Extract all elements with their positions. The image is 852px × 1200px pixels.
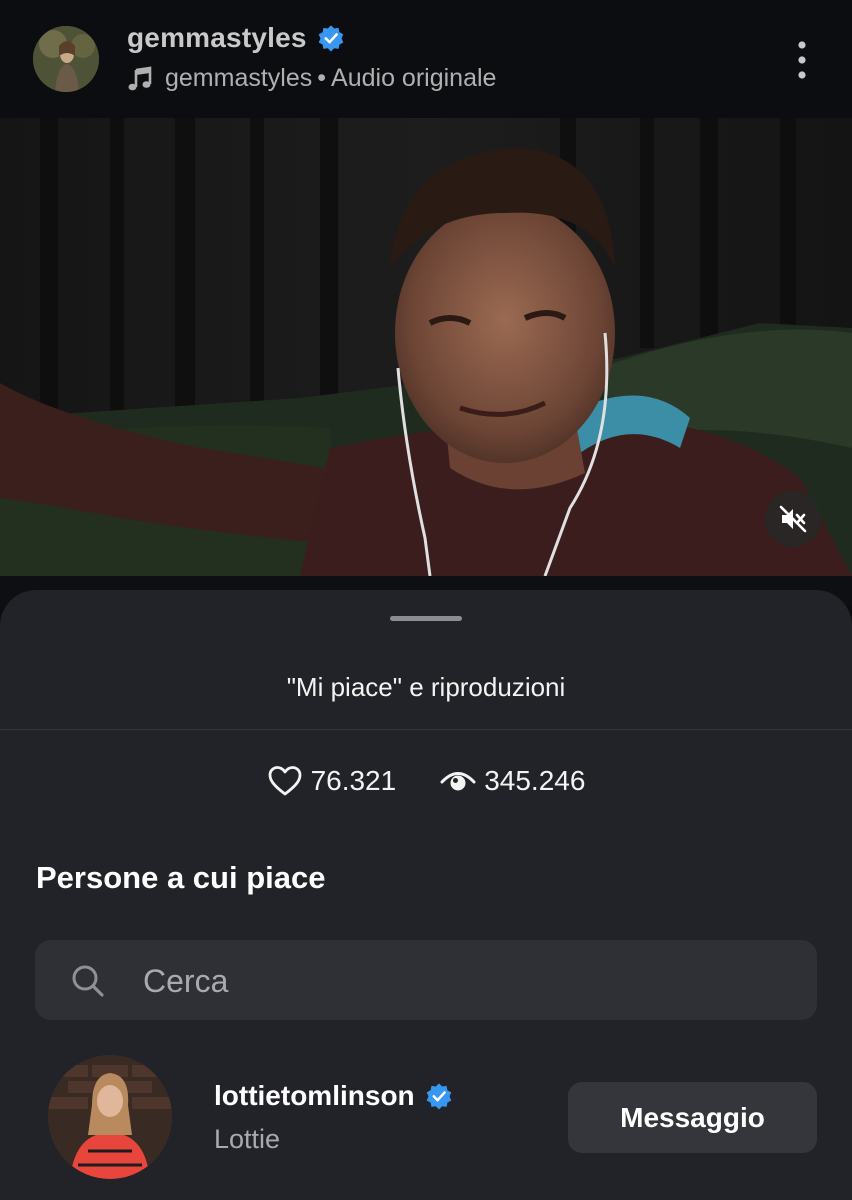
likers-section-title: Persone a cui piace bbox=[36, 860, 326, 895]
author-avatar-image bbox=[33, 26, 99, 92]
search-icon bbox=[72, 965, 104, 997]
speaker-muted-icon bbox=[779, 505, 807, 533]
search-input[interactable] bbox=[141, 940, 785, 1022]
author-avatar[interactable] bbox=[33, 26, 99, 92]
liker-avatar-image bbox=[48, 1055, 172, 1179]
liker-avatar[interactable] bbox=[48, 1055, 172, 1179]
author-username[interactable]: gemmastyles bbox=[127, 22, 307, 54]
post-header: gemmastyles gemmastyles • Audio original… bbox=[0, 0, 852, 118]
likes-bottom-sheet: "Mi piace" e riproduzioni 76.321 345.246… bbox=[0, 590, 852, 1200]
sheet-title: "Mi piace" e riproduzioni bbox=[286, 672, 566, 702]
sheet-drag-handle[interactable] bbox=[390, 616, 462, 621]
liker-full-name: Lottie bbox=[214, 1124, 281, 1154]
audio-info[interactable]: gemmastyles • Audio originale bbox=[127, 64, 496, 93]
liker-list-item[interactable]: lottietomlinson Lottie Messaggio bbox=[0, 1052, 852, 1182]
plays-stat: 345.246 bbox=[440, 763, 585, 799]
plays-count: 345.246 bbox=[484, 765, 586, 796]
eye-icon bbox=[440, 772, 476, 791]
video-player[interactable] bbox=[0, 118, 852, 576]
verified-badge-icon bbox=[318, 25, 343, 52]
liker-username[interactable]: lottietomlinson bbox=[214, 1080, 415, 1112]
sheet-divider bbox=[0, 729, 852, 730]
search-bar[interactable] bbox=[35, 940, 817, 1022]
audio-label: Audio originale bbox=[331, 64, 497, 92]
likes-count: 76.321 bbox=[310, 765, 397, 796]
likes-stat: 76.321 bbox=[267, 763, 397, 799]
author-username-row: gemmastyles bbox=[127, 22, 345, 54]
audio-separator: • bbox=[317, 64, 327, 92]
mute-button[interactable] bbox=[765, 491, 821, 547]
stats-row: 76.321 345.246 bbox=[0, 760, 852, 802]
verified-badge-icon bbox=[426, 1083, 451, 1110]
liker-name-row: lottietomlinson bbox=[214, 1080, 453, 1112]
heart-icon bbox=[268, 766, 301, 796]
video-frame bbox=[0, 118, 852, 576]
audio-owner: gemmastyles bbox=[165, 64, 313, 92]
music-note-icon bbox=[128, 66, 152, 90]
more-vertical-icon[interactable] bbox=[788, 40, 816, 80]
message-button[interactable]: Messaggio bbox=[568, 1082, 817, 1153]
